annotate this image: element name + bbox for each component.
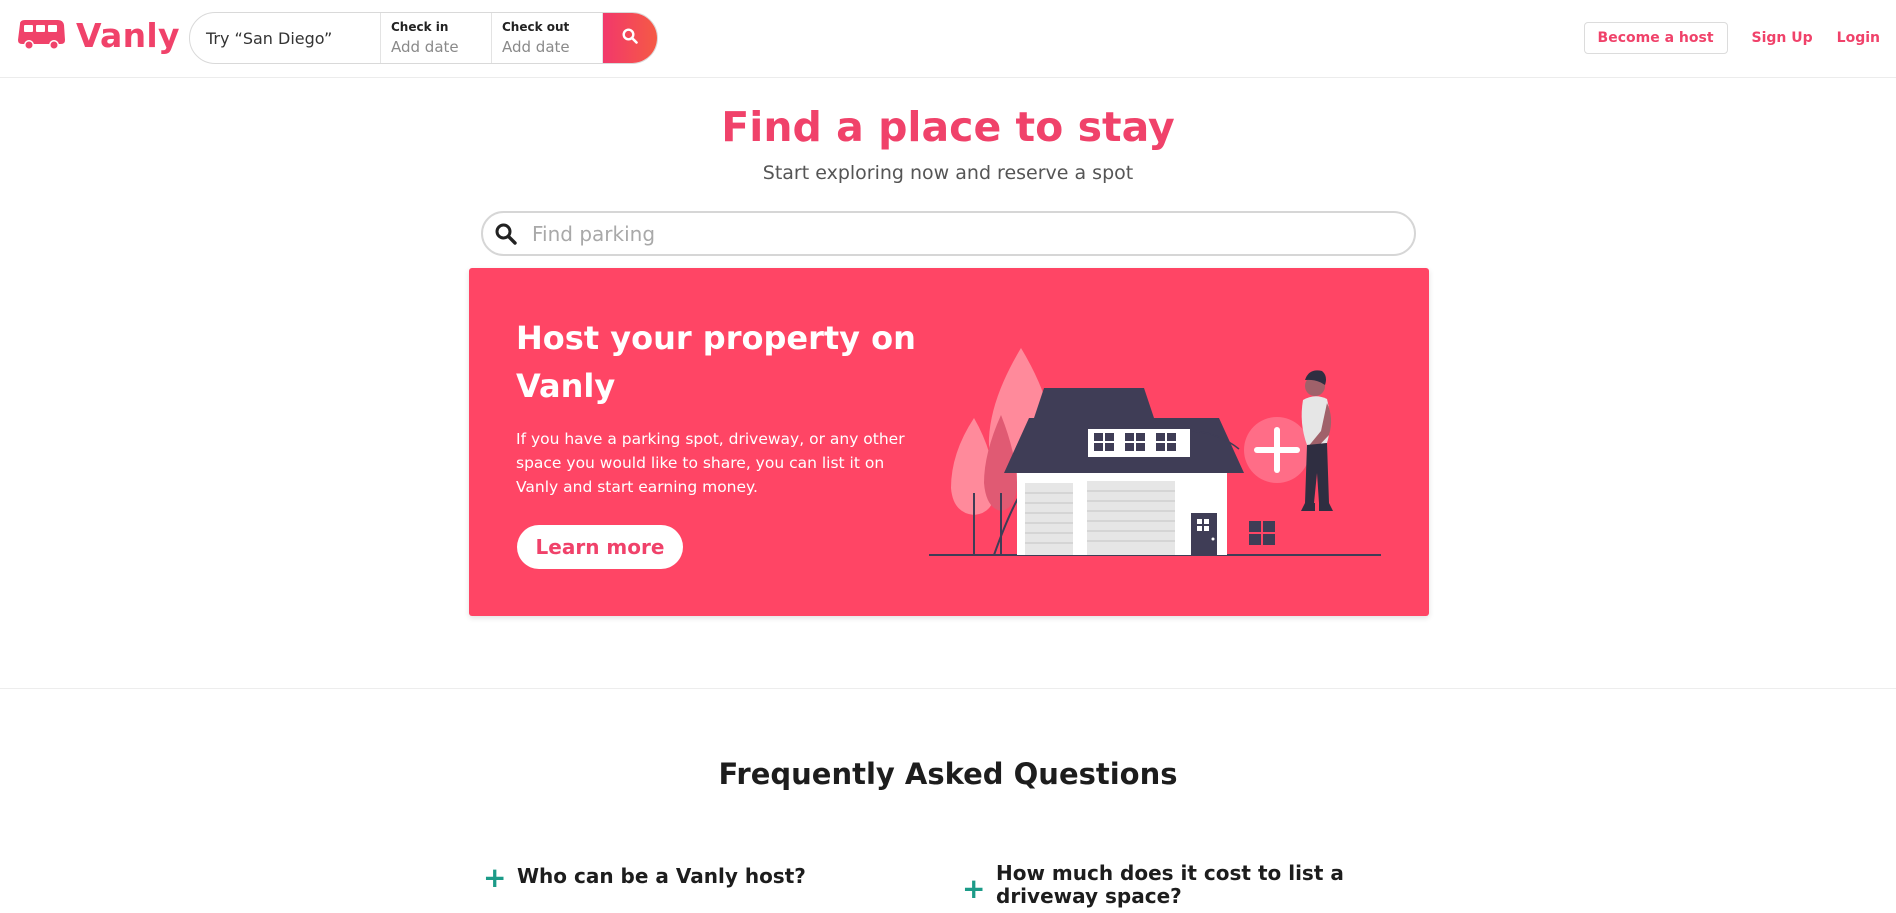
- top-navbar: Vanly Try “San Diego” Check in Add date …: [0, 0, 1896, 78]
- section-divider: [0, 688, 1896, 689]
- parking-search-input[interactable]: [530, 220, 1394, 247]
- signup-link[interactable]: Sign Up: [1752, 30, 1813, 46]
- checkin-field[interactable]: Check in Add date: [381, 13, 492, 63]
- learn-more-button[interactable]: Learn more: [517, 525, 683, 569]
- header-search-button[interactable]: [603, 13, 657, 63]
- checkout-value: Add date: [502, 38, 570, 56]
- page-title: Find a place to stay: [721, 103, 1175, 151]
- brand-name: Vanly: [76, 15, 180, 55]
- house-illustration: [929, 343, 1389, 567]
- checkout-label: Check out: [502, 20, 570, 34]
- plus-icon: +: [483, 861, 507, 894]
- faq-item[interactable]: + Who can be a Vanly host?: [483, 861, 847, 894]
- host-promo-card: Host your property on Vanly If you have …: [469, 268, 1429, 616]
- faq-question: Who can be a Vanly host?: [517, 864, 806, 888]
- van-icon: [16, 18, 66, 52]
- become-host-button[interactable]: Become a host: [1583, 22, 1728, 54]
- faq-title: Frequently Asked Questions: [718, 757, 1178, 791]
- checkin-label: Check in: [391, 20, 449, 34]
- host-card-text: If you have a parking spot, driveway, or…: [516, 430, 905, 496]
- parking-search-box: [481, 211, 1416, 256]
- brand-logo[interactable]: Vanly: [16, 18, 180, 52]
- faq-item[interactable]: + How much does it cost to list a drivew…: [962, 862, 1416, 908]
- checkin-value: Add date: [391, 38, 459, 56]
- checkout-field[interactable]: Check out Add date: [492, 13, 603, 63]
- search-icon: [622, 28, 638, 48]
- search-icon: [494, 222, 518, 246]
- host-card-title: Host your property on Vanly: [516, 319, 916, 405]
- plus-icon: +: [962, 872, 986, 905]
- auth-nav: Become a host Sign Up Login: [1583, 22, 1880, 54]
- header-search-bar: Try “San Diego” Check in Add date Check …: [189, 12, 658, 64]
- faq-question: How much does it cost to list a driveway…: [996, 861, 1344, 908]
- page-subtitle: Start exploring now and reserve a spot: [762, 162, 1134, 184]
- login-link[interactable]: Login: [1837, 30, 1880, 46]
- location-field[interactable]: Try “San Diego”: [190, 13, 381, 63]
